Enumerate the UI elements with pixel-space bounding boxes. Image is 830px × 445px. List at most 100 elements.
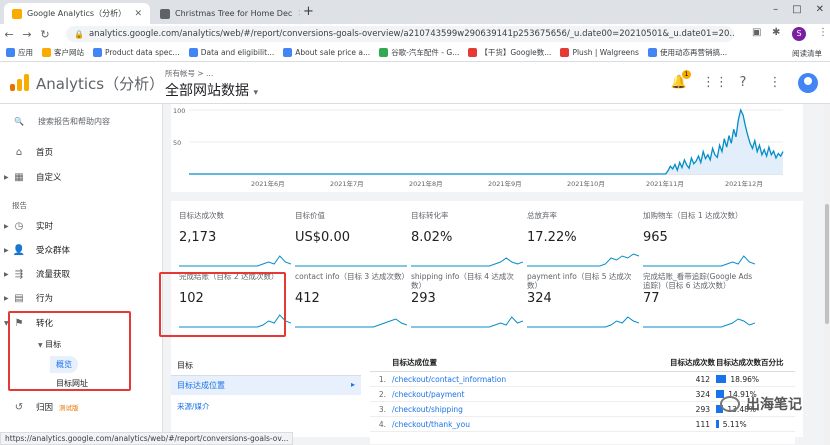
metric-tile[interactable]: 完成结账_看带追踪(Google Ads追踪)（目标 6 达成次数） 77	[643, 272, 755, 330]
metric-tile[interactable]: 目标转化率 8.02%	[411, 211, 523, 269]
person-icon: 👤	[12, 244, 26, 256]
reading-list[interactable]: 阅读清单	[792, 48, 822, 59]
analytics-header: Analytics（分析） 所有帐号 > ... 全部网站数据 ▾ 🔔 1 ⋮⋮ …	[0, 62, 830, 104]
goal-count: 111	[695, 419, 710, 429]
sidebar-item-custom[interactable]: ▶ ▦ 自定义	[4, 171, 62, 184]
table-row[interactable]: 1. /checkout/contact_information 412 18.96%	[370, 372, 795, 387]
goal-count: 324	[695, 389, 710, 399]
metric-value: 965	[643, 230, 668, 245]
help-icon[interactable]: ?	[734, 74, 752, 92]
metric-tile[interactable]: 目标达成次数 2,173	[179, 211, 291, 269]
goal-location-link[interactable]: /checkout/thank_you	[392, 420, 670, 429]
puzzle-icon[interactable]: ✱	[772, 27, 780, 38]
source-medium-link[interactable]: 来源/媒介	[171, 395, 361, 418]
profile-avatar[interactable]: S	[792, 27, 806, 41]
sidebar-item-audience[interactable]: ▶ 👤 受众群体	[4, 244, 70, 257]
metric-label: 目标转化率	[411, 211, 449, 220]
address-bar[interactable]: 🔒 analytics.google.com/analytics/web/#/r…	[66, 26, 734, 42]
metric-tile[interactable]: 加购物车（目标 1 达成次数） 965	[643, 211, 755, 269]
sparkline-path	[295, 318, 407, 328]
bookmark-item[interactable]: 客户网站	[42, 47, 84, 58]
sparkline-path	[643, 318, 755, 328]
pct-bar	[716, 375, 727, 383]
metric-label: 目标达成次数	[179, 211, 224, 220]
goal-pct: 5.11%	[722, 419, 747, 429]
x-tick-label: 2021年7月	[330, 179, 364, 188]
acquisition-icon: ⇶	[14, 268, 24, 280]
bookmark-item[interactable]: 使用动态再营销搞...	[647, 47, 727, 58]
close-tab-icon[interactable]: ✕	[292, 9, 300, 19]
highlight-box	[8, 311, 131, 391]
metric-value: 77	[643, 291, 660, 306]
reports-section-label: 报告	[12, 201, 27, 210]
metric-label: shipping info（目标 4 达成次数）	[411, 272, 514, 290]
sparkline	[411, 316, 523, 328]
tab-christmas-tree[interactable]: Christmas Tree for Home Dec ✕	[152, 3, 300, 24]
metric-tile[interactable]: shipping info（目标 4 达成次数） 293	[411, 272, 523, 330]
forward-icon[interactable]: →	[18, 28, 36, 41]
app-title: Analytics（分析）	[36, 75, 165, 93]
goal-location-link[interactable]: /checkout/shipping	[392, 405, 670, 414]
browser-tab-bar: Google Analytics（分析） ✕ Christmas Tree fo…	[0, 0, 830, 24]
sparkline-path	[179, 255, 291, 267]
bookmark-apps[interactable]: 应用	[6, 47, 33, 58]
reload-icon[interactable]: ↻	[36, 28, 54, 41]
metric-tile[interactable]: 目标价值 US$0.00	[295, 211, 407, 269]
sparkline	[179, 255, 291, 267]
table-row[interactable]: 4. /checkout/thank_you 111 5.11%	[370, 417, 795, 432]
view-selector[interactable]: 全部网站数据 ▾	[165, 80, 258, 100]
close-window-icon[interactable]: ✕	[816, 4, 824, 15]
tab-google-analytics[interactable]: Google Analytics（分析） ✕	[4, 3, 150, 24]
google-icon	[283, 48, 293, 57]
dropdown-icon: ▾	[253, 88, 258, 98]
google-icon	[647, 48, 657, 57]
back-icon[interactable]: ←	[0, 28, 18, 41]
bookmark-item[interactable]: 谷歌-汽车配件 - G...	[379, 47, 459, 58]
sidebar-item-behavior[interactable]: ▶ ▤ 行为	[4, 292, 53, 305]
close-tab-icon[interactable]: ✕	[128, 9, 142, 19]
bookmark-item[interactable]: Product data spec...	[93, 48, 180, 57]
metric-tile[interactable]: contact info（目标 3 达成次数） 412	[295, 272, 407, 330]
menu-icon[interactable]: ⋮	[818, 27, 828, 38]
goal-count: 412	[695, 374, 710, 384]
notifications-icon[interactable]: 🔔 1	[670, 70, 691, 92]
metric-tile[interactable]: payment info（目标 5 达成次数） 324	[527, 272, 639, 330]
new-tab-icon[interactable]: +	[303, 4, 314, 19]
lock-icon: 🔒	[74, 29, 84, 39]
account-breadcrumb[interactable]: 所有帐号 > ...	[165, 68, 213, 79]
bookmark-item[interactable]: Plush | Walgreens	[560, 48, 639, 57]
sparkline	[527, 253, 639, 267]
metric-tile[interactable]: 总放弃率 17.22%	[527, 211, 639, 269]
goal-location-link[interactable]: /checkout/payment	[392, 390, 670, 399]
maximize-icon[interactable]: □	[792, 4, 801, 15]
page-icon	[468, 48, 478, 57]
bookmark-item[interactable]: 【干货】Google数...	[468, 47, 551, 58]
sidebar-item-acquisition[interactable]: ▶ ⇶ 流量获取	[4, 268, 70, 281]
goal-location-option[interactable]: 目标达成位置 ▸	[171, 376, 361, 395]
sparkline	[643, 255, 755, 267]
extension-icon[interactable]: ▣	[752, 27, 761, 38]
y-tick-label: 50	[173, 139, 181, 147]
sidebar-search[interactable]: 🔍 搜索报告和帮助内容	[14, 116, 110, 127]
goal-pct: 18.96%	[730, 374, 759, 384]
metric-value: 412	[295, 291, 320, 306]
attribution-icon: ↺	[14, 401, 24, 413]
page-scrollbar[interactable]	[824, 104, 830, 445]
bookmark-item[interactable]: About sale price a...	[283, 48, 370, 57]
tab-title: Christmas Tree for Home Dec	[175, 9, 293, 18]
metric-label: 完成结账_看带追踪(Google Ads追踪)（目标 6 达成次数）	[643, 272, 753, 290]
more-options-icon[interactable]: ⋮	[766, 74, 784, 92]
tab-title: Google Analytics（分析）	[27, 9, 127, 18]
beta-badge: 测试版	[59, 404, 79, 412]
account-avatar[interactable]	[798, 73, 818, 93]
sidebar-item-attribution[interactable]: ↺ 归因 测试版	[4, 401, 79, 414]
ads-icon	[379, 48, 389, 57]
apps-grid-icon[interactable]: ⋮⋮	[702, 74, 728, 92]
sidebar-item-realtime[interactable]: ▶ ◷ 实时	[4, 220, 53, 233]
sidebar-item-home[interactable]: ⌂ 首页	[4, 146, 53, 159]
header-actions: 🔔 1 ⋮⋮ ? ⋮	[670, 70, 818, 93]
minimize-icon[interactable]: –	[773, 4, 778, 15]
col-location: 目标达成位置	[392, 358, 437, 367]
goal-location-link[interactable]: /checkout/contact_information	[392, 375, 670, 384]
bookmark-item[interactable]: Data and eligibilit...	[188, 48, 274, 57]
